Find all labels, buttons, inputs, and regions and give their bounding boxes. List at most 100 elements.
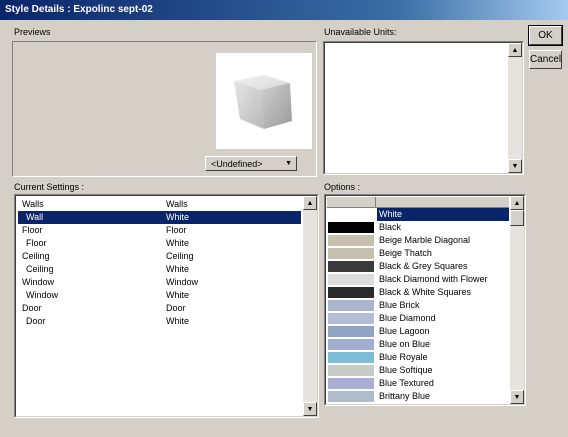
option-item[interactable]: Brittany Blue (327, 390, 509, 403)
settings-row-value: Walls (166, 199, 188, 209)
settings-row[interactable]: Ceiling Ceiling (18, 250, 301, 263)
option-item[interactable]: Beige Marble Diagonal (327, 234, 509, 247)
settings-row-value: Door (166, 303, 186, 313)
preview-image (216, 53, 312, 149)
option-swatch (328, 300, 374, 311)
settings-row-name: Door (22, 303, 42, 313)
option-item[interactable]: Blue Diamond (327, 312, 509, 325)
option-item[interactable]: Blue Royale (327, 351, 509, 364)
scroll-down-button[interactable]: ▼ (508, 159, 522, 173)
option-item[interactable]: Blue on Blue (327, 338, 509, 351)
settings-row-name: Floor (22, 225, 43, 235)
option-label: Blue Diamond (379, 313, 436, 323)
option-item[interactable]: Blue Lagoon (327, 325, 509, 338)
scroll-up-button[interactable]: ▲ (508, 43, 522, 57)
settings-row-name: Walls (22, 199, 44, 209)
scroll-down-button[interactable]: ▼ (303, 402, 317, 416)
option-label: Black (379, 222, 402, 232)
settings-row-value: Floor (166, 225, 187, 235)
option-label: Blue Brick (379, 300, 420, 310)
option-swatch (328, 339, 374, 350)
settings-row[interactable]: Door Door (18, 302, 301, 315)
option-label: White (377, 208, 509, 221)
options-scroll-thumb[interactable] (510, 210, 524, 226)
option-label: Blue Lagoon (379, 326, 430, 336)
options-rows: White Black Beige Marble Diagonal Beige Tha… (327, 208, 509, 403)
option-item[interactable]: Blue Brick (327, 299, 509, 312)
chevron-down-icon: ▼ (285, 160, 292, 167)
option-item[interactable]: Black & Grey Squares (327, 260, 509, 273)
option-label: Blue Softique (379, 365, 433, 375)
options-header-divider (375, 197, 376, 207)
preview-panel: <Undefined> ▼ (12, 41, 317, 177)
option-swatch (328, 209, 374, 220)
option-swatch (328, 222, 374, 233)
option-item[interactable]: Blue Textured (327, 377, 509, 390)
window-title: Style Details : Expolinc sept-02 (0, 0, 568, 20)
option-swatch (328, 352, 374, 363)
option-label: Black & White Squares (379, 287, 472, 297)
scroll-down-button[interactable]: ▼ (510, 390, 524, 404)
option-item[interactable]: Beige Thatch (327, 247, 509, 260)
option-item[interactable]: White (327, 208, 509, 221)
option-label: Black & Grey Squares (379, 261, 468, 271)
settings-row-value: White (166, 264, 190, 274)
option-label: Black Diamond with Flower (379, 274, 488, 284)
unavailable-scrollbar[interactable]: ▲ ▼ (508, 43, 522, 173)
option-label: Beige Marble Diagonal (379, 235, 471, 245)
scroll-up-button[interactable]: ▲ (510, 196, 524, 210)
options-header (327, 197, 509, 208)
settings-row[interactable]: Walls Walls (18, 198, 301, 211)
preview-dropdown[interactable]: <Undefined> ▼ (205, 156, 297, 171)
settings-row-name: Window (22, 277, 55, 287)
scroll-up-button[interactable]: ▲ (303, 196, 317, 210)
option-item[interactable]: Black (327, 221, 509, 234)
option-label: Beige Thatch (379, 248, 432, 258)
settings-row-name: Window (26, 290, 59, 300)
settings-row-value: White (166, 290, 190, 300)
option-swatch (328, 391, 374, 402)
settings-row-value: White (166, 212, 190, 222)
current-settings-scrollbar[interactable]: ▲ ▼ (303, 196, 317, 416)
option-item[interactable]: Blue Softique (327, 364, 509, 377)
current-settings-rows: Walls Walls Wall White Floor Floor Floor White C… (18, 198, 301, 328)
option-label: Blue Textured (379, 378, 434, 388)
option-swatch (328, 287, 374, 298)
option-swatch (328, 274, 374, 285)
settings-row-value: White (166, 238, 190, 248)
option-swatch (328, 261, 374, 272)
current-settings-label: Current Settings : (14, 182, 85, 192)
settings-row-name: Ceiling (26, 264, 54, 274)
settings-row[interactable]: Window White (18, 289, 301, 302)
ok-button[interactable]: OK (528, 25, 563, 46)
settings-row-name: Ceiling (22, 251, 50, 261)
settings-row[interactable]: Door White (18, 315, 301, 328)
settings-row-value: White (166, 316, 190, 326)
option-swatch (328, 313, 374, 324)
settings-row[interactable]: Wall White (18, 211, 301, 224)
option-swatch (328, 365, 374, 376)
option-item[interactable]: Black & White Squares (327, 286, 509, 299)
settings-row[interactable]: Ceiling White (18, 263, 301, 276)
option-label: Brittany Blue (379, 391, 431, 401)
unavailable-units-list[interactable]: ▲ ▼ (323, 41, 524, 175)
settings-row-name: Wall (26, 212, 44, 222)
settings-row[interactable]: Floor White (18, 237, 301, 250)
option-item[interactable]: Black Diamond with Flower (327, 273, 509, 286)
settings-row-value: Ceiling (166, 251, 194, 261)
options-scrollbar[interactable]: ▲ ▼ (510, 196, 524, 404)
settings-row[interactable]: Floor Floor (18, 224, 301, 237)
options-label: Options : (324, 182, 361, 192)
option-swatch (328, 248, 374, 259)
option-swatch (328, 378, 374, 389)
settings-row[interactable]: Window Window (18, 276, 301, 289)
cancel-button[interactable]: Cancel (529, 50, 562, 69)
option-label: Blue on Blue (379, 339, 431, 349)
option-swatch (328, 235, 374, 246)
previews-label: Previews (14, 27, 51, 37)
options-list[interactable]: White Black Beige Marble Diagonal Beige Tha… (324, 194, 526, 406)
unavailable-units-label: Unavailable Units: (324, 27, 397, 37)
current-settings-list[interactable]: Walls Walls Wall White Floor Floor Floor White C… (14, 194, 319, 418)
cube-preview-icon (234, 75, 292, 129)
settings-row-name: Door (26, 316, 46, 326)
